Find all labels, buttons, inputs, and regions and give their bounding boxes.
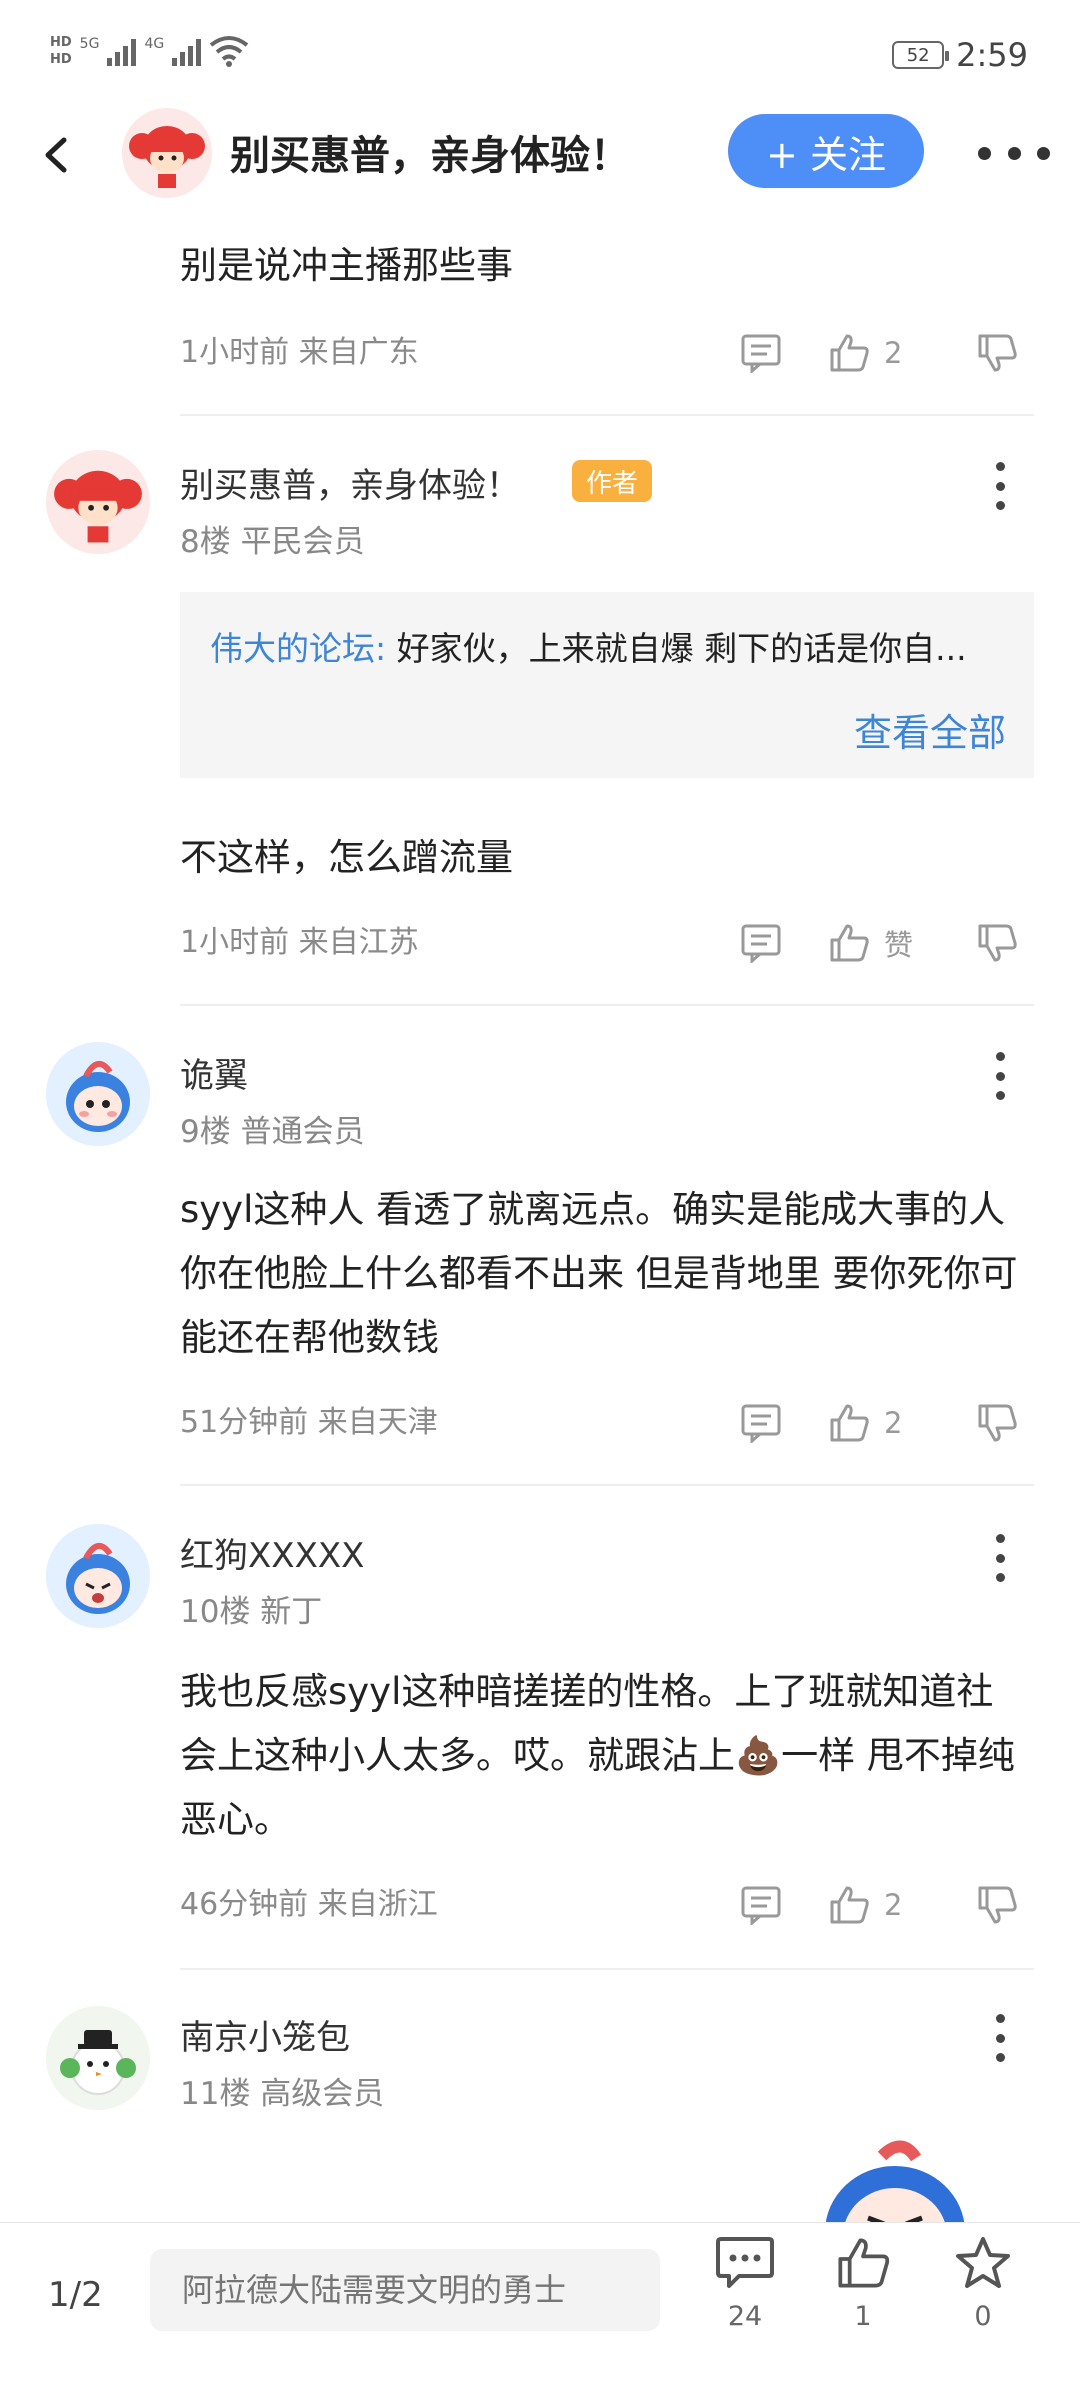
comment-bubble-icon [716, 2237, 774, 2288]
page-title: 别买惠普，亲身体验！ [230, 133, 630, 179]
comment-floor-level: 11楼 高级会员 [180, 2076, 385, 2112]
post-header: 别买惠普，亲身体验！ + 关注 [0, 100, 1080, 210]
favorite-button[interactable]: 0 [938, 2235, 1028, 2375]
back-arrow-icon[interactable] [32, 130, 82, 180]
comments-count: 24 [727, 2301, 763, 2332]
snowman-avatar-icon [46, 2006, 150, 2110]
bottom-toolbar: 1/2 24 1 0 [0, 2222, 1080, 2388]
more-options-icon[interactable] [978, 138, 1050, 168]
favorites-count: 0 [974, 2301, 992, 2332]
like-post-button[interactable]: 1 [818, 2235, 908, 2375]
comment-username[interactable]: 南京小笼包 [180, 2010, 350, 2059]
star-icon [956, 2237, 1010, 2288]
likes-count: 1 [854, 2301, 872, 2332]
thumbs-up-icon [838, 2238, 890, 2288]
avatar[interactable] [46, 2006, 150, 2110]
comment-more-icon[interactable] [985, 2014, 1015, 2062]
comment-item-11: 南京小笼包 11楼 高级会员 [0, 0, 1080, 2140]
reply-input[interactable] [150, 2249, 660, 2331]
page-indicator[interactable]: 1/2 [48, 2275, 103, 2315]
mascot-float-icon[interactable] [812, 2140, 978, 2232]
follow-button[interactable]: + 关注 [728, 114, 924, 188]
red-girl-avatar-icon [122, 108, 212, 198]
comments-button[interactable]: 24 [700, 2235, 790, 2375]
author-avatar[interactable] [122, 108, 212, 198]
